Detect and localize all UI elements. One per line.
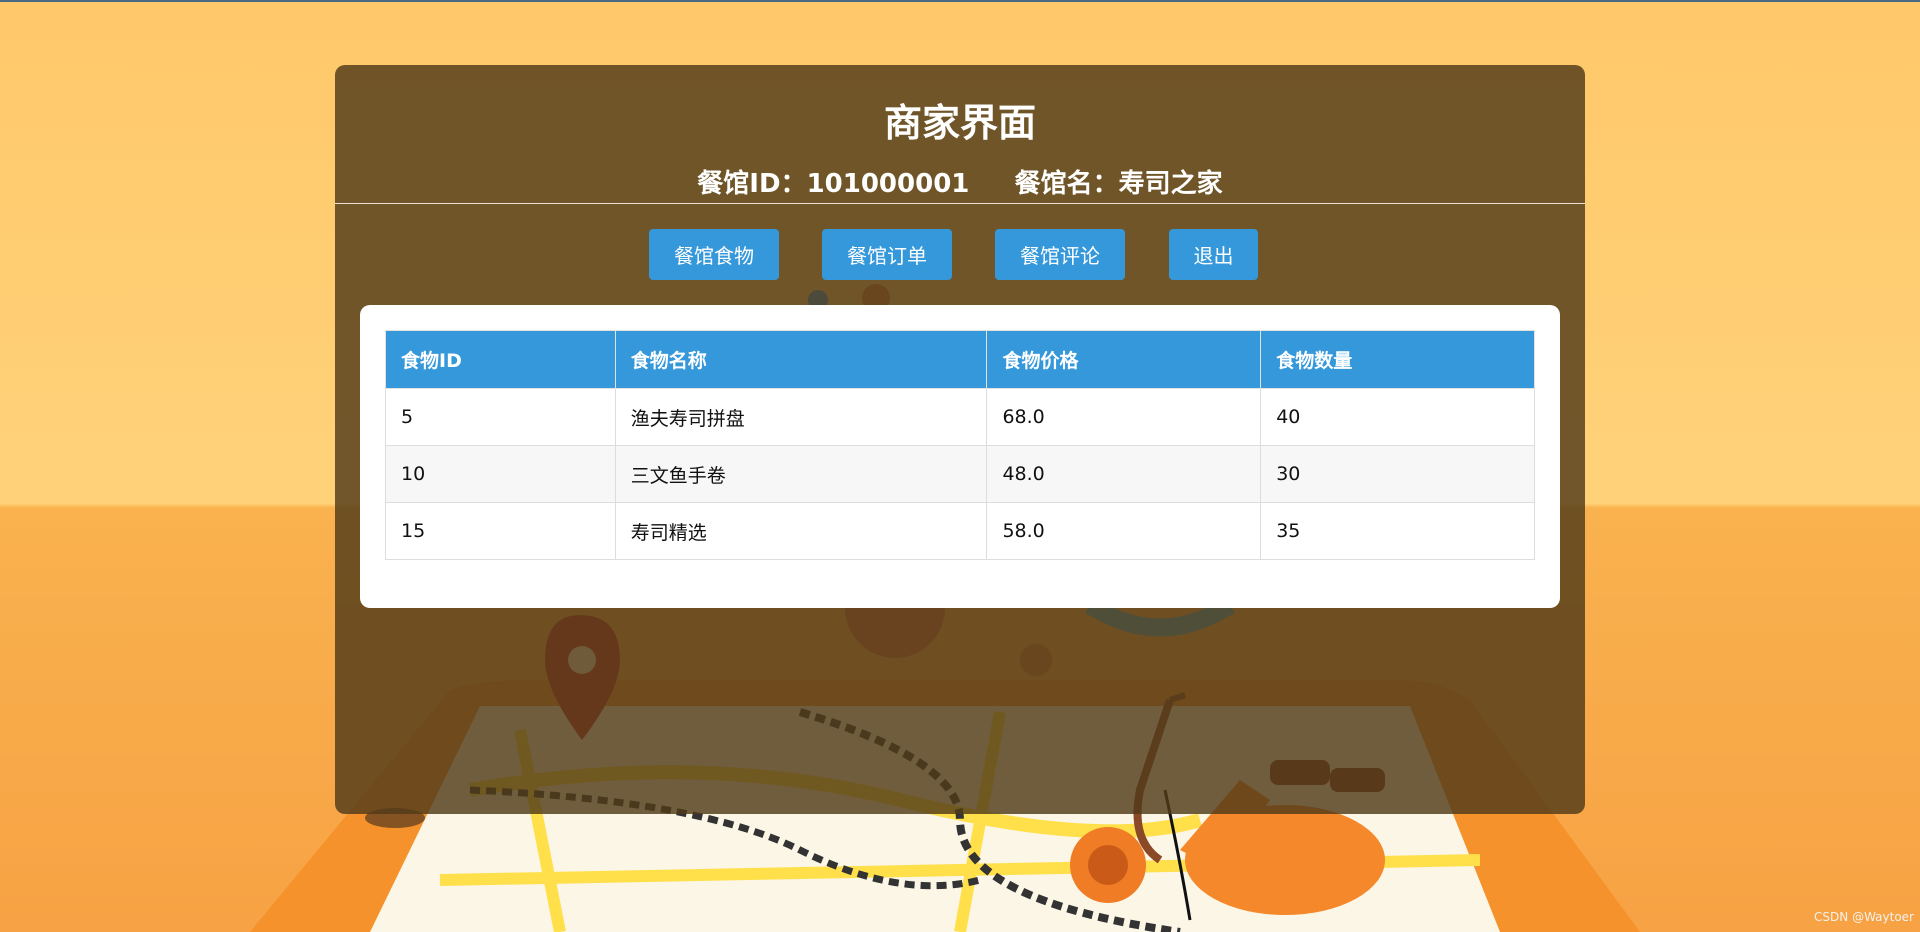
cell-food-name: 渔夫寿司拼盘 [614,388,988,446]
info-spacer [969,169,1014,199]
cell-food-id: 10 [385,445,616,503]
cell-food-name: 三文鱼手卷 [614,445,988,503]
column-header-food-quantity: 食物数量 [1260,330,1535,389]
restaurant-id: 101000001 [806,169,970,199]
cell-food-quantity: 40 [1260,388,1535,446]
cell-food-quantity: 35 [1260,502,1535,560]
restaurant-name: 寿司之家 [1118,169,1223,199]
cell-food-price: 58.0 [986,502,1262,560]
orders-button[interactable]: 餐馆订单 [822,229,952,280]
food-table: 食物ID 食物名称 食物价格 食物数量 5 渔夫寿司拼盘 68.0 40 10 … [385,330,1535,560]
column-header-food-name: 食物名称 [614,330,988,389]
logout-button[interactable]: 退出 [1169,229,1258,280]
cell-food-id: 15 [385,502,616,560]
food-button[interactable]: 餐馆食物 [649,229,779,280]
restaurant-info: 餐馆ID：101000001 餐馆名：寿司之家 [0,163,1920,200]
restaurant-name-label: 餐馆名： [1014,169,1119,199]
header-divider [335,203,1585,204]
table-row: 5 渔夫寿司拼盘 68.0 40 [385,388,1535,446]
table-row: 15 寿司精选 58.0 35 [385,502,1535,560]
table-row: 10 三文鱼手卷 48.0 30 [385,445,1535,503]
watermark: CSDN @Waytoer [1814,910,1914,924]
column-header-food-price: 食物价格 [986,330,1262,389]
page-title: 商家界面 [883,101,1036,145]
reviews-button[interactable]: 餐馆评论 [995,229,1125,280]
restaurant-id-label: 餐馆ID： [697,169,807,199]
table-header-row: 食物ID 食物名称 食物价格 食物数量 [385,330,1535,389]
cell-food-id: 5 [385,388,616,446]
cell-food-name: 寿司精选 [614,502,988,560]
column-header-food-id: 食物ID [385,330,616,389]
cell-food-quantity: 30 [1260,445,1535,503]
cell-food-price: 48.0 [986,445,1262,503]
cell-food-price: 68.0 [986,388,1262,446]
